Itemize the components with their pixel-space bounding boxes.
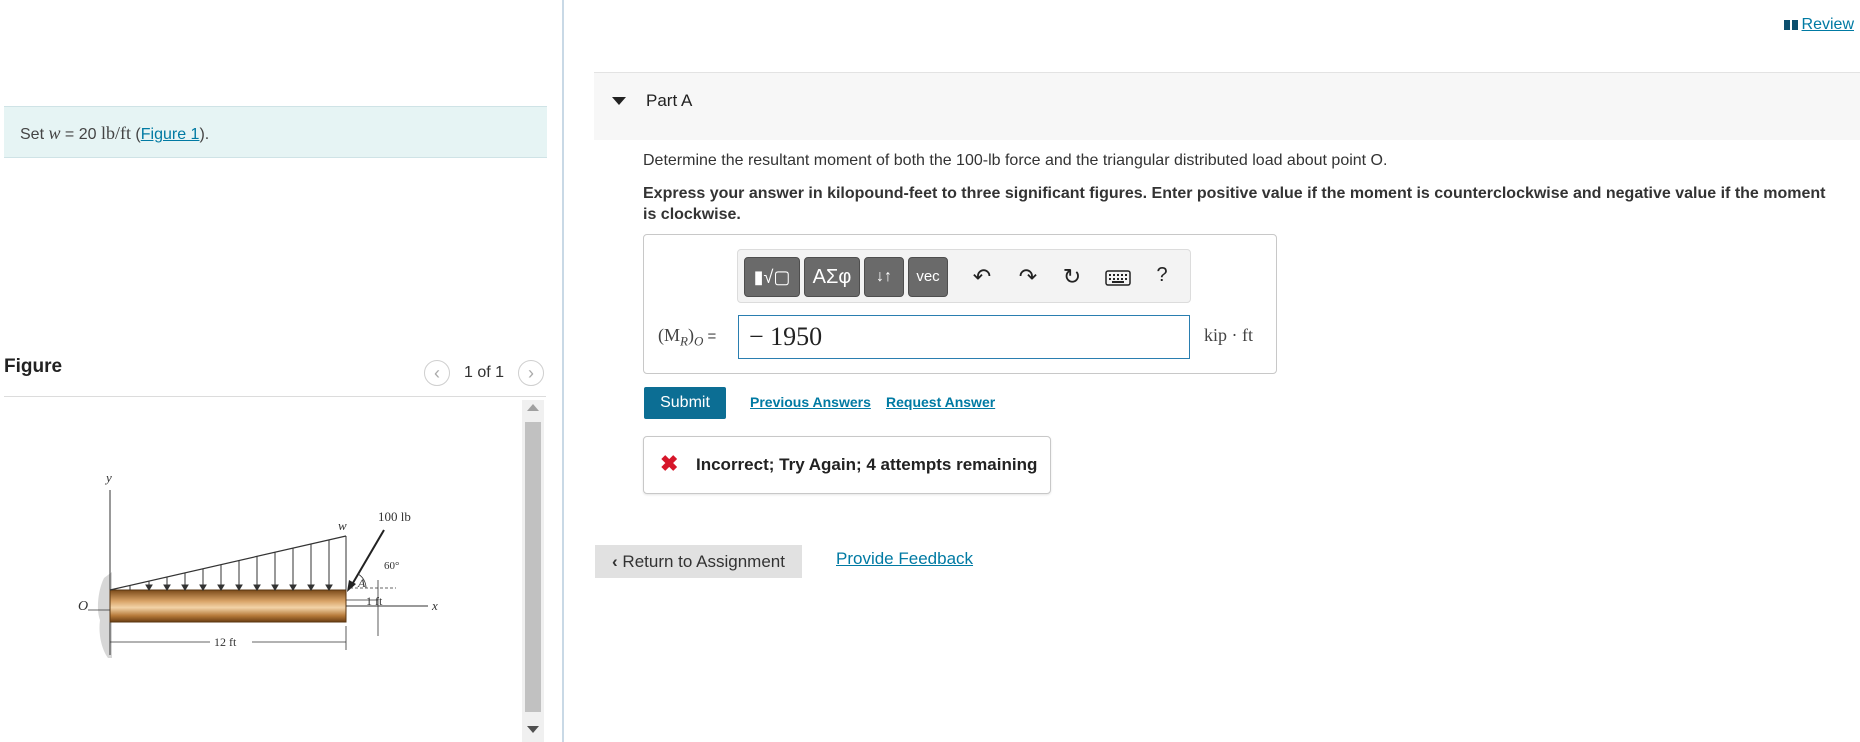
scroll-down-arrow-icon[interactable] (527, 726, 539, 733)
problem-statement: Set w = 20 lb/ft (Figure 1). (4, 106, 547, 158)
figure-heading: Figure (4, 356, 63, 377)
keyboard-icon[interactable] (1104, 270, 1132, 286)
label-angle: 60° (384, 560, 399, 572)
part-a-header[interactable]: Part A (594, 72, 1860, 140)
chevron-left-icon: ‹ (612, 552, 623, 571)
panel-splitter[interactable] (562, 0, 564, 742)
part-title: Part A (646, 91, 693, 110)
redo-icon[interactable]: ↷ (1014, 264, 1042, 290)
problem-variable: w (48, 123, 61, 143)
figure-pager-label: 1 of 1 (464, 364, 505, 381)
figure-scrollbar[interactable] (522, 400, 544, 742)
answer-label-sub-o: O (693, 333, 704, 349)
request-answer-link[interactable]: Request Answer (886, 394, 995, 410)
problem-unit: lb/ft (100, 123, 131, 143)
answer-units: kip · ft (1204, 325, 1253, 345)
review-link[interactable]: Review (1783, 16, 1854, 34)
scroll-up-arrow-icon[interactable] (527, 404, 539, 411)
review-label: Review (1801, 16, 1854, 33)
figure-link[interactable]: Figure 1 (141, 126, 200, 143)
vector-button[interactable]: vec (908, 257, 948, 297)
submit-button[interactable]: Submit (644, 387, 726, 419)
reset-icon[interactable]: ↻ (1058, 264, 1086, 290)
label-o: O (78, 599, 88, 614)
answer-label-m: (M (658, 325, 680, 345)
label-x: x (431, 598, 438, 613)
templates-button[interactable]: ▮√▢ (744, 257, 800, 297)
prev-figure-button[interactable]: ‹ (424, 360, 450, 386)
figure-divider (4, 396, 546, 397)
math-toolbar: ▮√▢ ΑΣφ ↓↑ vec ↶ ↷ ↻ ? (737, 249, 1191, 303)
answer-box: ▮√▢ ΑΣφ ↓↑ vec ↶ ↷ ↻ ? (MR)O = − 1950 ki… (643, 234, 1277, 374)
feedback-message: Incorrect; Try Again; 4 attempts remaini… (696, 455, 1038, 474)
label-length: 12 ft (214, 635, 237, 649)
previous-answers-link[interactable]: Previous Answers (750, 394, 871, 410)
provide-feedback-link[interactable]: Provide Feedback (836, 549, 973, 569)
feedback-box: ✖ Incorrect; Try Again; 4 attempts remai… (643, 436, 1051, 494)
beam (109, 589, 347, 623)
answer-input[interactable]: − 1950 (738, 315, 1190, 359)
answer-label-equals: = (703, 328, 717, 345)
question-text: Determine the resultant moment of both t… (643, 152, 1388, 169)
label-force: 100 lb (378, 509, 411, 524)
return-to-assignment-button[interactable]: ‹ Return to Assignment (595, 545, 802, 578)
label-one-ft: 1 ft (366, 594, 383, 608)
answer-label: (MR)O = (658, 325, 716, 350)
load-arrows (129, 540, 333, 591)
error-x-icon: ✖ (660, 451, 679, 476)
left-panel: Set w = 20 lb/ft (Figure 1). Figure ‹ 1 … (0, 0, 562, 742)
greek-symbols-button[interactable]: ΑΣφ (804, 257, 860, 297)
problem-open-paren: ( (130, 126, 141, 143)
arrows-button[interactable]: ↓↑ (864, 257, 904, 297)
undo-icon[interactable]: ↶ (968, 264, 996, 290)
label-y: y (104, 470, 112, 485)
force-arrow (349, 529, 385, 589)
next-figure-button[interactable]: › (518, 360, 544, 386)
label-w: w (338, 518, 347, 533)
return-label: Return to Assignment (622, 552, 785, 571)
answer-label-sub-r: R (680, 333, 688, 349)
book-icon (1783, 19, 1798, 30)
help-icon[interactable]: ? (1148, 264, 1176, 287)
problem-close-paren: ). (199, 126, 210, 143)
problem-prefix: Set (20, 126, 49, 143)
beam-figure: y w 100 lb 60° A 1 ft x O 12 ft (78, 470, 438, 658)
label-a: A (357, 576, 366, 590)
scroll-thumb[interactable] (525, 422, 541, 712)
answer-instructions: Express your answer in kilopound-feet to… (643, 185, 1826, 223)
collapse-caret-icon[interactable] (612, 97, 626, 105)
problem-equals: = 20 (60, 126, 101, 143)
